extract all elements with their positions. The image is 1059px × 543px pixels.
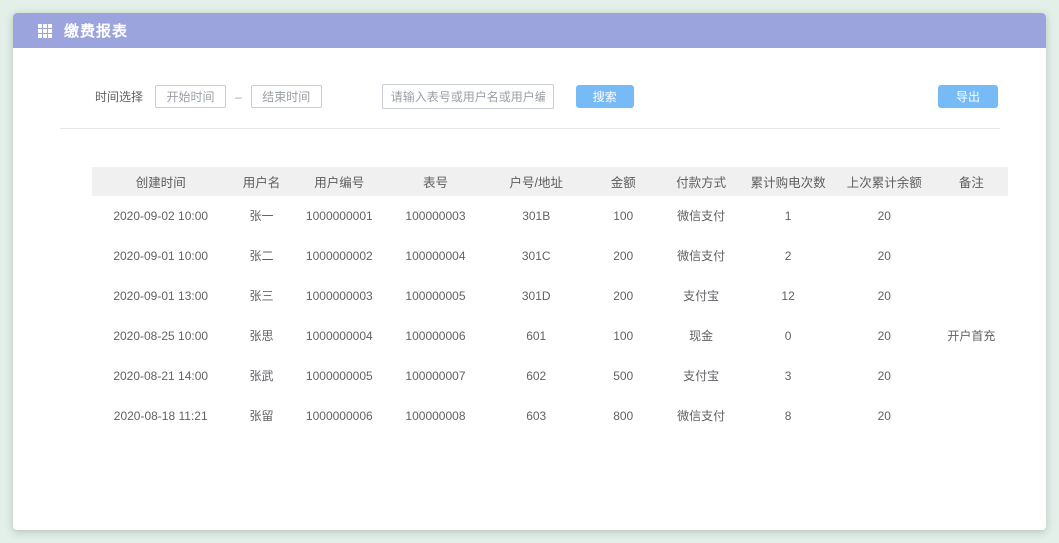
table-cell: 603 (486, 396, 587, 436)
table-cell: 20 (834, 396, 935, 436)
table-header-row: 创建时间用户名用户编号表号户号/地址金额付款方式累计购电次数上次累计余额备注 (92, 167, 1008, 196)
table-cell: 2020-09-02 10:00 (92, 196, 229, 236)
start-time-input[interactable] (155, 85, 226, 108)
table-cell: 100000007 (385, 356, 486, 396)
column-header: 金额 (587, 167, 660, 196)
table-cell: 现金 (660, 316, 742, 356)
table-cell: 张留 (229, 396, 293, 436)
table-cell: 1000000003 (294, 276, 386, 316)
table-cell (935, 236, 1008, 276)
table-cell: 602 (486, 356, 587, 396)
table-cell: 20 (834, 316, 935, 356)
keyword-search-input[interactable] (382, 84, 554, 109)
page-title: 缴费报表 (64, 20, 128, 41)
table-cell: 200 (587, 276, 660, 316)
table-cell: 张三 (229, 276, 293, 316)
table-cell: 支付宝 (660, 276, 742, 316)
table-cell: 2 (742, 236, 834, 276)
table-cell: 301B (486, 196, 587, 236)
table-cell: 2020-08-21 14:00 (92, 356, 229, 396)
table-cell: 601 (486, 316, 587, 356)
table-cell: 100000005 (385, 276, 486, 316)
table-cell: 500 (587, 356, 660, 396)
titlebar: 缴费报表 (13, 13, 1046, 48)
table-cell: 100 (587, 196, 660, 236)
table-row: 2020-08-25 10:00张思1000000004100000006601… (92, 316, 1008, 356)
table-cell: 100 (587, 316, 660, 356)
export-button[interactable]: 导出 (938, 85, 998, 108)
table-cell: 100000003 (385, 196, 486, 236)
table-cell: 12 (742, 276, 834, 316)
table-cell: 1000000004 (294, 316, 386, 356)
table-cell: 20 (834, 196, 935, 236)
column-header: 创建时间 (92, 167, 229, 196)
table-cell: 1 (742, 196, 834, 236)
table-cell: 支付宝 (660, 356, 742, 396)
column-header: 用户编号 (294, 167, 386, 196)
column-header: 付款方式 (660, 167, 742, 196)
filter-bar: 时间选择 – 搜索 导出 (95, 84, 998, 109)
table-cell (935, 276, 1008, 316)
table-cell: 301C (486, 236, 587, 276)
table-cell: 20 (834, 236, 935, 276)
table-cell: 2020-08-25 10:00 (92, 316, 229, 356)
table-cell: 20 (834, 276, 935, 316)
column-header: 表号 (385, 167, 486, 196)
table-cell: 张思 (229, 316, 293, 356)
table-cell: 张二 (229, 236, 293, 276)
table-cell: 3 (742, 356, 834, 396)
column-header: 备注 (935, 167, 1008, 196)
table-cell: 张一 (229, 196, 293, 236)
table-cell (935, 196, 1008, 236)
table-cell: 20 (834, 356, 935, 396)
table-cell (935, 356, 1008, 396)
grid-menu-icon[interactable] (38, 24, 52, 38)
column-header: 累计购电次数 (742, 167, 834, 196)
table-row: 2020-09-01 13:00张三1000000003100000005301… (92, 276, 1008, 316)
table-cell: 微信支付 (660, 236, 742, 276)
table-cell (935, 396, 1008, 436)
table-cell: 1000000006 (294, 396, 386, 436)
table-cell: 微信支付 (660, 396, 742, 436)
filter-divider (60, 128, 1000, 129)
search-button[interactable]: 搜索 (576, 85, 634, 108)
column-header: 上次累计余额 (834, 167, 935, 196)
table-cell: 100000006 (385, 316, 486, 356)
report-card: 缴费报表 时间选择 – 搜索 导出 创建时间用户名用户编号表号户号/地址金额付款… (13, 13, 1046, 530)
column-header: 户号/地址 (486, 167, 587, 196)
end-time-input[interactable] (251, 85, 322, 108)
table-row: 2020-08-21 14:00张武1000000005100000007602… (92, 356, 1008, 396)
table-cell: 301D (486, 276, 587, 316)
table-cell: 张武 (229, 356, 293, 396)
table-cell: 2020-09-01 10:00 (92, 236, 229, 276)
table-cell: 1000000002 (294, 236, 386, 276)
table-cell: 开户首充 (935, 316, 1008, 356)
table-row: 2020-09-02 10:00张一1000000001100000003301… (92, 196, 1008, 236)
table-row: 2020-09-01 10:00张二1000000002100000004301… (92, 236, 1008, 276)
time-select-label: 时间选择 (95, 88, 143, 105)
table-cell: 8 (742, 396, 834, 436)
table-cell: 微信支付 (660, 196, 742, 236)
table-cell: 0 (742, 316, 834, 356)
table-cell: 100000004 (385, 236, 486, 276)
table-cell: 1000000001 (294, 196, 386, 236)
table-row: 2020-08-18 11:21张留1000000006100000008603… (92, 396, 1008, 436)
column-header: 用户名 (229, 167, 293, 196)
table-container: 创建时间用户名用户编号表号户号/地址金额付款方式累计购电次数上次累计余额备注 2… (92, 167, 1008, 436)
table-cell: 100000008 (385, 396, 486, 436)
range-separator: – (235, 90, 242, 104)
report-table: 创建时间用户名用户编号表号户号/地址金额付款方式累计购电次数上次累计余额备注 2… (92, 167, 1008, 436)
table-cell: 2020-08-18 11:21 (92, 396, 229, 436)
table-cell: 1000000005 (294, 356, 386, 396)
table-cell: 2020-09-01 13:00 (92, 276, 229, 316)
table-cell: 800 (587, 396, 660, 436)
table-cell: 200 (587, 236, 660, 276)
